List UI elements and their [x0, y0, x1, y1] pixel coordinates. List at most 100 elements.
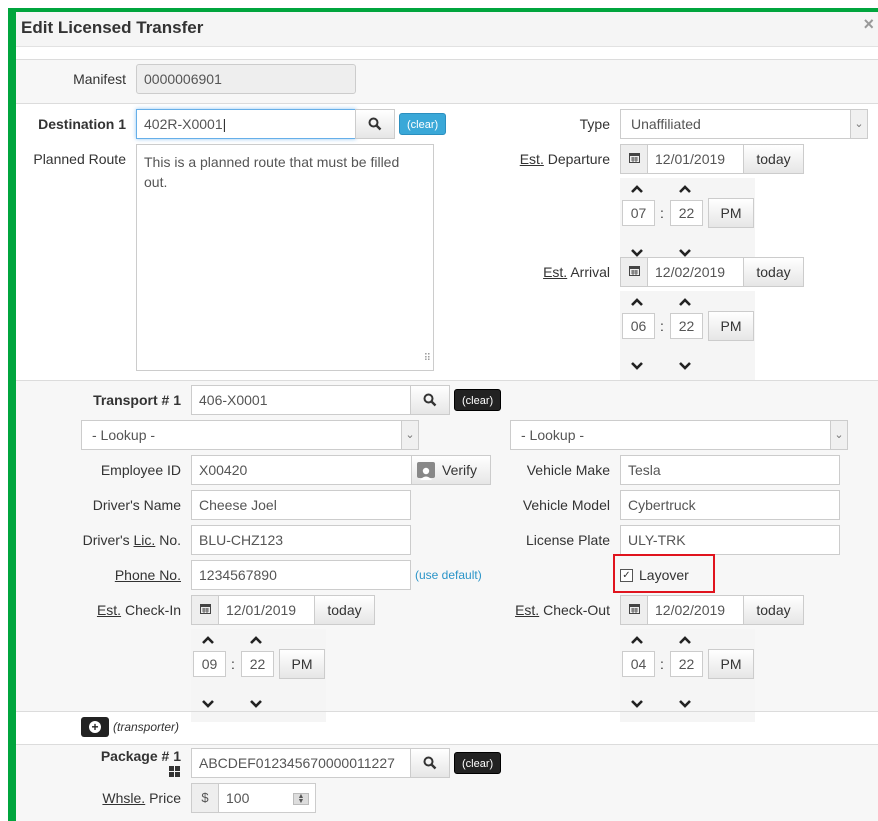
vehicle-model-label: Vehicle Model	[522, 497, 610, 513]
arrival-date-input[interactable]: 12/02/2019	[647, 257, 744, 287]
departure-hour-input[interactable]: 07	[622, 200, 655, 226]
arrival-hour-input[interactable]: 06	[622, 313, 655, 339]
destination-clear-button[interactable]: (clear)	[399, 113, 447, 135]
chevron-down-icon[interactable]	[248, 697, 264, 711]
departure-date-input[interactable]: 12/01/2019	[647, 144, 744, 174]
departure-minute-input[interactable]: 22	[670, 200, 703, 226]
chevron-up-icon[interactable]	[629, 182, 645, 196]
package-clear-button[interactable]: (clear)	[454, 752, 502, 774]
chevron-up-icon[interactable]	[677, 182, 693, 196]
chevron-up-icon[interactable]	[677, 295, 693, 309]
vehicle-make-input[interactable]: Tesla	[620, 455, 840, 485]
vehicle-make-label: Vehicle Make	[526, 462, 610, 478]
calendar-icon[interactable]	[620, 144, 648, 174]
drivers-lic-input[interactable]: BLU-CHZ123	[191, 525, 411, 555]
layover-label[interactable]: Layover	[639, 567, 689, 583]
add-transporter-button[interactable]: +	[81, 717, 109, 737]
layover-checkbox[interactable]: ✓	[620, 569, 633, 582]
destination-label: Destination 1	[38, 116, 126, 132]
package-search-button[interactable]	[410, 748, 450, 778]
drivers-name-label: Driver's Name	[92, 497, 181, 513]
package-label: Package # 1	[100, 748, 181, 764]
resize-grip-icon[interactable]: ⠿	[424, 349, 431, 369]
transport-input[interactable]: 406-X0001	[191, 385, 412, 415]
check-out-hour-input[interactable]: 04	[622, 651, 655, 677]
currency-addon: $	[191, 783, 219, 813]
check-in-hour-input[interactable]: 09	[193, 651, 226, 677]
destination-input[interactable]: 402R-X0001|	[136, 109, 356, 139]
check-in-date-input[interactable]: 12/01/2019	[218, 595, 315, 625]
edit-licensed-transfer-modal: Edit Licensed Transfer × Manifest 000000…	[16, 12, 878, 821]
calendar-icon[interactable]	[620, 595, 648, 625]
add-transporter-label: (transporter)	[113, 720, 180, 734]
search-icon	[423, 756, 437, 770]
check-out-date-input[interactable]: 12/02/2019	[647, 595, 744, 625]
chevron-up-icon[interactable]	[248, 633, 264, 647]
verify-button[interactable]: Verify	[411, 455, 491, 485]
package-input[interactable]: ABCDEF012345670000011227	[191, 748, 412, 778]
lookup-vehicle-select[interactable]: - Lookup - ⌄	[510, 420, 848, 450]
planned-route-label: Planned Route	[33, 151, 126, 167]
check-out-minute-input[interactable]: 22	[670, 651, 703, 677]
modal-title: Edit Licensed Transfer	[21, 18, 204, 37]
number-spinner-icon[interactable]: ▲ ▼	[293, 793, 309, 805]
employee-id-label: Employee ID	[100, 462, 181, 478]
manifest-label: Manifest	[73, 71, 126, 87]
type-select[interactable]: Unaffiliated ⌄	[620, 109, 868, 139]
arrival-ampm-toggle[interactable]: PM	[708, 311, 754, 341]
close-icon[interactable]: ×	[863, 14, 874, 35]
transport-search-button[interactable]	[410, 385, 450, 415]
search-icon	[368, 117, 382, 131]
chevron-down-icon: ⌄	[401, 421, 418, 449]
modal-header: Edit Licensed Transfer ×	[16, 12, 878, 47]
chevron-up-icon[interactable]	[629, 295, 645, 309]
transport-label: Transport # 1	[93, 392, 181, 408]
vehicle-model-input[interactable]: Cybertruck	[620, 490, 840, 520]
departure-ampm-toggle[interactable]: PM	[708, 198, 754, 228]
est-check-in-label: Est. Check-In	[96, 602, 181, 618]
chevron-up-icon[interactable]	[677, 633, 693, 647]
arrival-minute-input[interactable]: 22	[670, 313, 703, 339]
est-departure-label: Est. Departure	[519, 151, 610, 167]
phone-input[interactable]: 1234567890	[191, 560, 411, 590]
plus-circle-icon: +	[89, 721, 101, 733]
departure-today-button[interactable]: today	[743, 144, 804, 174]
use-default-link[interactable]: (use default)	[415, 568, 482, 582]
chevron-down-icon[interactable]	[200, 697, 216, 711]
chevron-up-icon[interactable]	[629, 633, 645, 647]
lookup-employee-select[interactable]: - Lookup - ⌄	[81, 420, 419, 450]
barcode-icon[interactable]	[169, 766, 180, 777]
check-out-ampm-toggle[interactable]: PM	[708, 649, 754, 679]
transport-clear-button[interactable]: (clear)	[454, 389, 502, 411]
search-icon	[423, 393, 437, 407]
arrival-today-button[interactable]: today	[743, 257, 804, 287]
phone-label: Phone No.	[114, 567, 181, 583]
wholesale-price-label: Whsle. Price	[102, 790, 181, 806]
wholesale-price-input[interactable]: 100 ▲ ▼	[218, 783, 316, 813]
check-in-today-button[interactable]: today	[314, 595, 375, 625]
check-in-minute-input[interactable]: 22	[241, 651, 274, 677]
chevron-down-icon[interactable]	[677, 697, 693, 711]
chevron-up-icon[interactable]	[200, 633, 216, 647]
destination-search-button[interactable]	[355, 109, 395, 139]
license-plate-input[interactable]: ULY-TRK	[620, 525, 840, 555]
drivers-lic-label: Driver's Lic. No.	[82, 532, 181, 548]
check-out-time-picker: 04 : 22 PM	[620, 629, 755, 722]
employee-id-input[interactable]: X00420	[191, 455, 412, 485]
license-plate-label: License Plate	[525, 532, 610, 548]
calendar-icon[interactable]	[191, 595, 219, 625]
chevron-down-icon[interactable]	[629, 697, 645, 711]
chevron-down-icon[interactable]	[677, 359, 693, 373]
est-check-out-label: Est. Check-Out	[515, 602, 610, 618]
est-arrival-label: Est. Arrival	[543, 264, 610, 280]
chevron-down-icon[interactable]	[629, 359, 645, 373]
check-in-ampm-toggle[interactable]: PM	[279, 649, 325, 679]
chevron-down-icon: ⌄	[830, 421, 847, 449]
calendar-icon[interactable]	[620, 257, 648, 287]
check-in-time-picker: 09 : 22 PM	[191, 629, 326, 722]
planned-route-textarea[interactable]: This is a planned route that must be fil…	[136, 144, 434, 371]
drivers-name-input[interactable]: Cheese Joel	[191, 490, 411, 520]
check-out-today-button[interactable]: today	[743, 595, 804, 625]
type-label: Type	[579, 116, 610, 132]
person-icon	[417, 462, 435, 480]
